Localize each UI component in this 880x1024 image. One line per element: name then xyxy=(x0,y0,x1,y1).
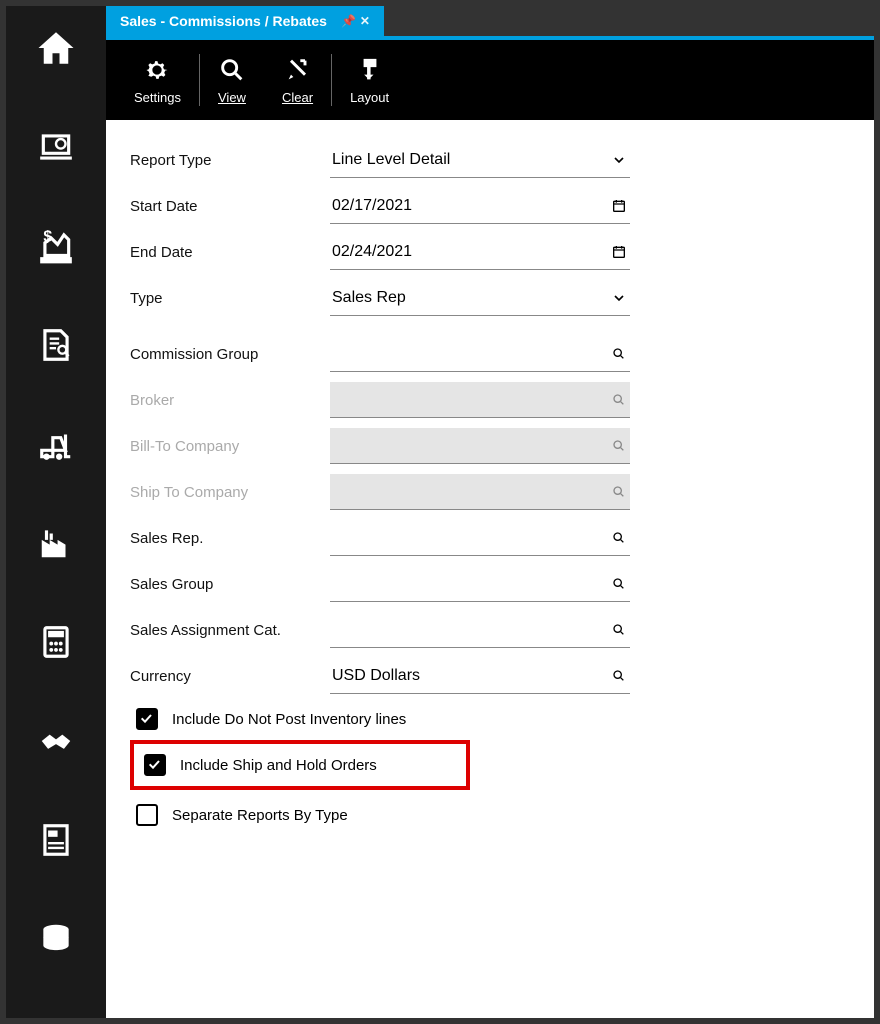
label-include-shiphold: Include Ship and Hold Orders xyxy=(180,757,377,774)
value-sales-group xyxy=(330,580,608,588)
lookup-icon xyxy=(608,438,630,454)
nav-database[interactable] xyxy=(34,917,78,961)
nav-handshake[interactable] xyxy=(34,719,78,763)
check-separate-by-type-row: Separate Reports By Type xyxy=(136,804,850,826)
input-sales-rep[interactable] xyxy=(330,520,630,556)
value-bill-to xyxy=(330,442,608,450)
tool-view-label: View xyxy=(218,90,246,105)
label-ship-to: Ship To Company xyxy=(130,484,330,501)
tool-clear-label: Clear xyxy=(282,90,313,105)
nav-home[interactable] xyxy=(34,26,78,70)
checkbox-separate-by-type[interactable] xyxy=(136,804,158,826)
chevron-down-icon[interactable] xyxy=(608,290,630,306)
label-currency: Currency xyxy=(130,668,330,685)
lookup-icon[interactable] xyxy=(608,622,630,638)
tab-title: Sales - Commissions / Rebates xyxy=(120,13,327,29)
chevron-down-icon[interactable] xyxy=(608,152,630,168)
tool-settings[interactable]: Settings xyxy=(116,50,199,111)
value-broker xyxy=(330,396,608,404)
main-area: Sales - Commissions / Rebates 📌 ✕ Settin… xyxy=(106,6,874,1018)
tool-layout[interactable]: Layout xyxy=(332,50,407,111)
tool-view[interactable]: View xyxy=(200,50,264,111)
check-include-shiphold-row: Include Ship and Hold Orders xyxy=(144,754,458,776)
value-report-type: Line Level Detail xyxy=(330,147,608,173)
label-commission-group: Commission Group xyxy=(130,346,330,363)
label-type: Type xyxy=(130,290,330,307)
label-sales-rep: Sales Rep. xyxy=(130,530,330,547)
checkbox-include-shiphold[interactable] xyxy=(144,754,166,776)
search-icon xyxy=(218,56,246,84)
nav-forklift[interactable] xyxy=(34,422,78,466)
layout-icon xyxy=(356,56,384,84)
tab-bar: Sales - Commissions / Rebates 📌 ✕ xyxy=(106,6,874,36)
input-type[interactable]: Sales Rep xyxy=(330,280,630,316)
label-sales-assign-cat: Sales Assignment Cat. xyxy=(130,622,330,639)
nav-doc-search[interactable] xyxy=(34,323,78,367)
value-sales-assign-cat xyxy=(330,626,608,634)
highlight-box: Include Ship and Hold Orders xyxy=(130,740,470,790)
check-include-dnp-row: Include Do Not Post Inventory lines xyxy=(136,708,850,730)
calendar-icon[interactable] xyxy=(608,198,630,214)
input-end-date[interactable]: 02/24/2021 xyxy=(330,234,630,270)
nav-finance-chart[interactable] xyxy=(34,224,78,268)
checkbox-include-dnp[interactable] xyxy=(136,708,158,730)
input-report-type[interactable]: Line Level Detail xyxy=(330,142,630,178)
value-currency: USD Dollars xyxy=(330,663,608,689)
label-bill-to: Bill-To Company xyxy=(130,438,330,455)
lookup-icon xyxy=(608,392,630,408)
input-broker xyxy=(330,382,630,418)
tool-clear[interactable]: Clear xyxy=(264,50,331,111)
label-start-date: Start Date xyxy=(130,198,330,215)
label-sales-group: Sales Group xyxy=(130,576,330,593)
value-sales-rep xyxy=(330,534,608,542)
calendar-icon[interactable] xyxy=(608,244,630,260)
input-sales-group[interactable] xyxy=(330,566,630,602)
gear-icon xyxy=(143,56,171,84)
tab-pin-icon[interactable]: 📌 xyxy=(341,14,356,28)
label-separate-by-type: Separate Reports By Type xyxy=(172,807,348,824)
tool-settings-label: Settings xyxy=(134,90,181,105)
input-sales-assign-cat[interactable] xyxy=(330,612,630,648)
value-type: Sales Rep xyxy=(330,285,608,311)
label-include-dnp: Include Do Not Post Inventory lines xyxy=(172,711,406,728)
value-end-date: 02/24/2021 xyxy=(330,239,608,265)
toolbar: Settings View Clear Layout xyxy=(106,40,874,120)
nav-sidebar xyxy=(6,6,106,1018)
input-ship-to xyxy=(330,474,630,510)
input-commission-group[interactable] xyxy=(330,336,630,372)
input-start-date[interactable]: 02/17/2021 xyxy=(330,188,630,224)
lookup-icon[interactable] xyxy=(608,668,630,684)
tab-active[interactable]: Sales - Commissions / Rebates 📌 ✕ xyxy=(106,6,384,36)
nav-report[interactable] xyxy=(34,818,78,862)
clear-icon xyxy=(284,56,312,84)
input-bill-to xyxy=(330,428,630,464)
value-start-date: 02/17/2021 xyxy=(330,193,608,219)
value-ship-to xyxy=(330,488,608,496)
lookup-icon xyxy=(608,484,630,500)
input-currency[interactable]: USD Dollars xyxy=(330,658,630,694)
lookup-icon[interactable] xyxy=(608,346,630,362)
lookup-icon[interactable] xyxy=(608,530,630,546)
lookup-icon[interactable] xyxy=(608,576,630,592)
nav-calculator[interactable] xyxy=(34,620,78,664)
nav-laptop[interactable] xyxy=(34,125,78,169)
label-end-date: End Date xyxy=(130,244,330,261)
form-panel: Report Type Line Level Detail Start Date… xyxy=(106,120,874,1018)
label-report-type: Report Type xyxy=(130,152,330,169)
tab-close-icon[interactable]: ✕ xyxy=(360,14,370,28)
label-broker: Broker xyxy=(130,392,330,409)
app-root: Sales - Commissions / Rebates 📌 ✕ Settin… xyxy=(0,0,880,1024)
value-commission-group xyxy=(330,350,608,358)
tool-layout-label: Layout xyxy=(350,90,389,105)
nav-factory[interactable] xyxy=(34,521,78,565)
